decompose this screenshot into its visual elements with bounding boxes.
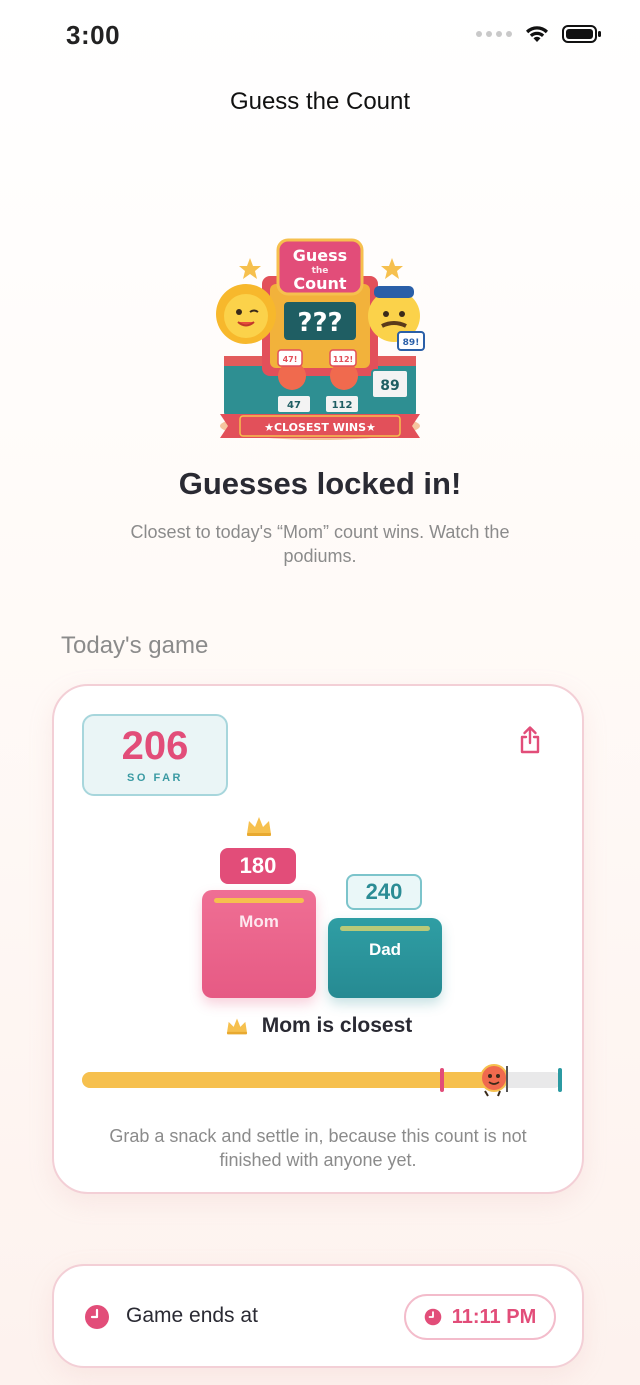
progress-fill: [82, 1072, 495, 1088]
hero-card-left: 47!: [283, 355, 298, 364]
mom-guess-marker: [440, 1068, 444, 1092]
dad-podium: Dad: [328, 918, 442, 998]
signal-icon: [476, 31, 512, 37]
page-title: Guess the Count: [229, 88, 411, 115]
hero-board-right: 112: [332, 400, 353, 411]
hero-banner: ★CLOSEST WINS★: [264, 421, 376, 434]
clock-icon: [85, 1305, 109, 1329]
hero-sign-bottom: Count: [293, 274, 347, 293]
hero-card-right: 112!: [333, 355, 353, 364]
count-value: 206: [121, 724, 189, 768]
status-icons: [476, 24, 602, 44]
hero-stand-right: 89: [380, 378, 399, 394]
mascot-icon: [479, 1064, 508, 1097]
dad-podium-label: Dad: [368, 940, 402, 959]
status-bar: 3:00: [0, 0, 640, 72]
mom-podium-label: Mom: [239, 912, 279, 931]
count-caption: SO FAR: [127, 772, 183, 784]
count-box: 206 SO FAR: [82, 714, 228, 796]
section-label: Today's game: [61, 632, 209, 659]
podium-stripe: [214, 898, 304, 903]
wifi-icon: [526, 26, 548, 42]
mom-podium: Mom: [202, 890, 316, 998]
clock-icon: [424, 1308, 442, 1326]
hero-mascot-card: 89!: [403, 338, 420, 348]
hero-title: Guesses locked in!: [178, 466, 462, 501]
status-time: 3:00: [66, 20, 121, 50]
closest-text: Mom is closest: [261, 1014, 413, 1037]
game-ends-label: Game ends at: [126, 1304, 258, 1327]
mom-guess-pill: 180: [220, 848, 296, 884]
hero-board: ???: [297, 308, 342, 338]
hero-board-left: 47: [287, 400, 301, 411]
dad-guess-marker: [558, 1068, 562, 1092]
progress-track: [82, 1064, 562, 1097]
game-ends-card: Game ends at 11:11 PM: [52, 1264, 584, 1368]
end-time-button[interactable]: 11:11 PM: [404, 1294, 556, 1340]
game-show-illustration: Guess the Count ??? 89! 47! 112! 47 112 …: [216, 238, 425, 440]
crown-icon: [247, 817, 271, 836]
share-icon: [520, 726, 540, 754]
share-button[interactable]: [514, 722, 546, 758]
podium-stripe: [340, 926, 430, 931]
dad-guess-pill: 240: [346, 874, 422, 910]
battery-icon: [562, 25, 601, 43]
crown-icon: [226, 1018, 247, 1035]
hero-sign-top: Guess: [293, 246, 347, 265]
game-footer-text: Grab a snack and settle in, because this…: [109, 1126, 527, 1170]
end-time: 11:11 PM: [451, 1305, 537, 1328]
closest-row: Mom is closest: [54, 1014, 582, 1038]
hero-subtitle: Closest to today's “Mom” count wins. Wat…: [130, 522, 510, 566]
game-card: 206 SO FAR 180 240 Mom Dad Mom is closes…: [52, 684, 584, 1194]
